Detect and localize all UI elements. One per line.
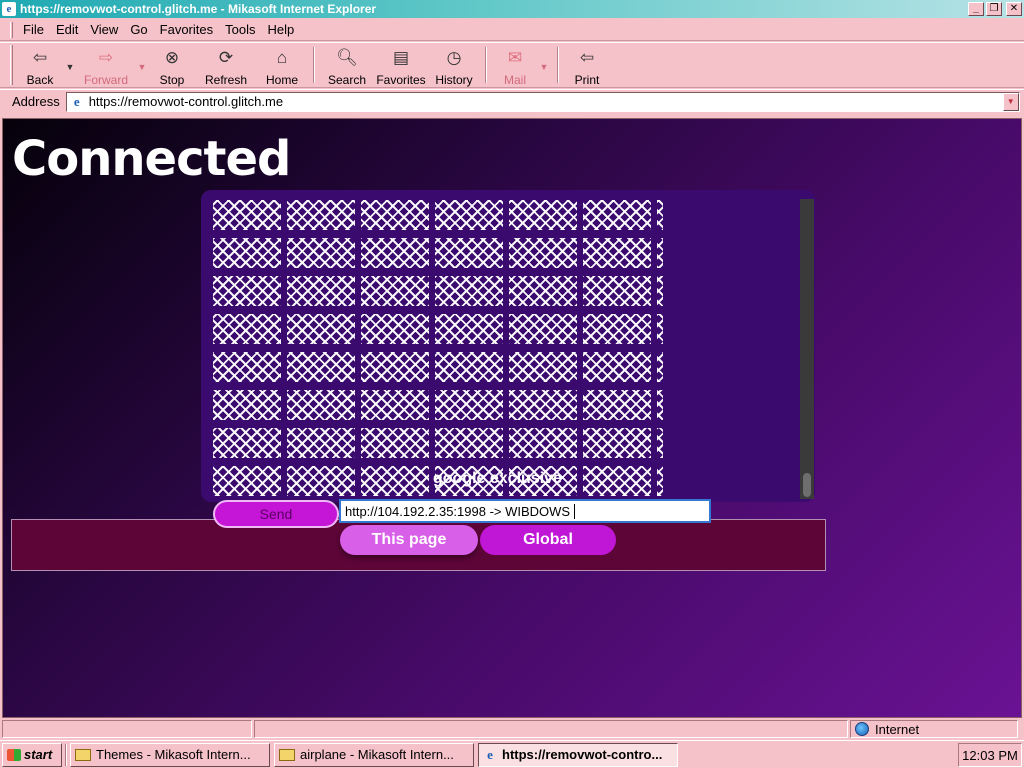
status-text bbox=[2, 720, 252, 738]
address-label: Address bbox=[12, 94, 60, 109]
back-label: Back bbox=[26, 73, 54, 87]
task-themes[interactable]: Themes - Mikasoft Intern... bbox=[70, 742, 270, 767]
address-input[interactable]: e https://removwot-control.glitch.me ▼ bbox=[65, 91, 1020, 112]
message-input[interactable]: http://104.192.2.35:1998 -> WIBDOWS bbox=[339, 499, 711, 523]
stop-label: Stop bbox=[159, 73, 185, 87]
stop-icon: ⊗ bbox=[164, 48, 180, 67]
zone-label: Internet bbox=[875, 721, 920, 737]
menu-help[interactable]: Help bbox=[261, 20, 300, 39]
toolbar-separator bbox=[485, 47, 487, 83]
tab-this-page[interactable]: This page bbox=[340, 525, 478, 555]
home-label: Home bbox=[265, 73, 298, 87]
refresh-button[interactable]: ⟳ Refresh bbox=[195, 43, 257, 87]
address-url[interactable]: https://removwot-control.glitch.me bbox=[89, 94, 1003, 109]
chat-panel: google exclusive bbox=[201, 190, 815, 502]
favorites-label: Favorites bbox=[376, 73, 426, 87]
status-progress bbox=[254, 720, 848, 738]
print-label: Print bbox=[574, 73, 600, 87]
security-zone: Internet bbox=[850, 720, 1018, 738]
start-button[interactable]: start bbox=[2, 742, 62, 767]
menu-bar: File Edit View Go Favorites Tools Help bbox=[0, 19, 1024, 41]
taskbar-separator bbox=[65, 743, 67, 766]
task-label: Themes - Mikasoft Intern... bbox=[96, 747, 251, 762]
chat-caption: google exclusive bbox=[433, 470, 562, 487]
history-label: History bbox=[435, 73, 473, 87]
refresh-label: Refresh bbox=[204, 73, 248, 87]
menu-edit[interactable]: Edit bbox=[50, 20, 84, 39]
back-button[interactable]: ⇦ Back bbox=[17, 43, 63, 87]
menu-go[interactable]: Go bbox=[124, 20, 153, 39]
search-button[interactable]: 🔍︎ Search bbox=[321, 43, 373, 87]
text-caret bbox=[574, 503, 576, 519]
toolbar: ⇦ Back ▼ ⇨ Forward ▼ ⊗ Stop ⟳ Refresh ⌂ … bbox=[0, 42, 1024, 88]
address-bar: Address e https://removwot-control.glitc… bbox=[0, 89, 1024, 113]
web-content: Connected google exclusive Send http://1… bbox=[2, 118, 1022, 718]
history-button[interactable]: ◷ History bbox=[429, 43, 479, 87]
back-arrow-icon: ⇦ bbox=[32, 48, 48, 67]
taskbar: start Themes - Mikasoft Intern... airpla… bbox=[0, 740, 1024, 768]
start-label: start bbox=[24, 747, 53, 762]
home-icon: ⌂ bbox=[276, 48, 288, 67]
refresh-icon: ⟳ bbox=[218, 48, 234, 67]
chat-messages bbox=[213, 200, 663, 500]
restore-button[interactable]: ❐ bbox=[986, 2, 1002, 16]
folder-icon bbox=[279, 748, 295, 761]
mail-label: Mail bbox=[503, 73, 526, 87]
page-icon: e bbox=[73, 93, 80, 109]
back-dropdown[interactable]: ▼ bbox=[63, 43, 77, 87]
window-title: https://removwot-control.glitch.me - Mik… bbox=[20, 2, 377, 16]
system-tray: 12:03 PM bbox=[958, 743, 1022, 767]
favorites-folder-icon: ▤ bbox=[392, 48, 410, 67]
home-button[interactable]: ⌂ Home bbox=[257, 43, 307, 87]
task-label: https://removwot-contro... bbox=[502, 747, 663, 762]
toolbar-grip[interactable] bbox=[10, 45, 13, 85]
page-title: Connected bbox=[12, 131, 291, 187]
minimize-button[interactable]: _ bbox=[968, 2, 984, 16]
history-icon: ◷ bbox=[446, 48, 462, 67]
menu-file[interactable]: File bbox=[17, 20, 50, 39]
folder-icon bbox=[75, 748, 91, 761]
forward-label: Forward bbox=[83, 73, 128, 87]
ie-icon: e bbox=[487, 746, 493, 762]
task-removwot[interactable]: e https://removwot-contro... bbox=[478, 742, 678, 767]
menu-view[interactable]: View bbox=[84, 20, 124, 39]
tab-global[interactable]: Global bbox=[480, 525, 616, 555]
message-input-value: http://104.192.2.35:1998 -> WIBDOWS bbox=[345, 503, 571, 519]
clock[interactable]: 12:03 PM bbox=[962, 748, 1018, 763]
forward-button[interactable]: ⇨ Forward bbox=[77, 43, 135, 87]
search-icon: 🔍︎ bbox=[336, 48, 358, 67]
mail-dropdown[interactable]: ▼ bbox=[537, 43, 551, 87]
task-label: airplane - Mikasoft Intern... bbox=[300, 747, 454, 762]
toolbar-separator bbox=[313, 47, 315, 83]
menu-tools[interactable]: Tools bbox=[219, 20, 261, 39]
status-bar: Internet bbox=[0, 719, 1024, 739]
favorites-button[interactable]: ▤ Favorites bbox=[373, 43, 429, 87]
mail-button[interactable]: ✉ Mail bbox=[493, 43, 537, 87]
search-label: Search bbox=[327, 73, 367, 87]
close-button[interactable]: ✕ bbox=[1006, 2, 1022, 16]
print-icon: ⇦ bbox=[579, 48, 595, 67]
task-airplane[interactable]: airplane - Mikasoft Intern... bbox=[274, 742, 474, 767]
ie-icon: e bbox=[2, 2, 16, 16]
window-controls: _ ❐ ✕ bbox=[968, 2, 1022, 16]
stop-button[interactable]: ⊗ Stop bbox=[149, 43, 195, 87]
send-button[interactable]: Send bbox=[213, 500, 339, 528]
forward-arrow-icon: ⇨ bbox=[98, 48, 114, 67]
menu-grip[interactable] bbox=[10, 21, 13, 38]
windows-flag-icon bbox=[7, 748, 21, 761]
forward-dropdown[interactable]: ▼ bbox=[135, 43, 149, 87]
scroll-thumb[interactable] bbox=[803, 473, 811, 497]
glyph-pattern bbox=[213, 200, 663, 500]
menu-favorites[interactable]: Favorites bbox=[154, 20, 219, 39]
mail-icon: ✉ bbox=[507, 48, 523, 67]
globe-icon bbox=[855, 722, 869, 736]
chat-scrollbar[interactable] bbox=[800, 199, 814, 499]
toolbar-separator bbox=[557, 47, 559, 83]
title-bar: e https://removwot-control.glitch.me - M… bbox=[0, 0, 1024, 18]
print-button[interactable]: ⇦ Print bbox=[565, 43, 609, 87]
address-dropdown[interactable]: ▼ bbox=[1002, 92, 1019, 111]
